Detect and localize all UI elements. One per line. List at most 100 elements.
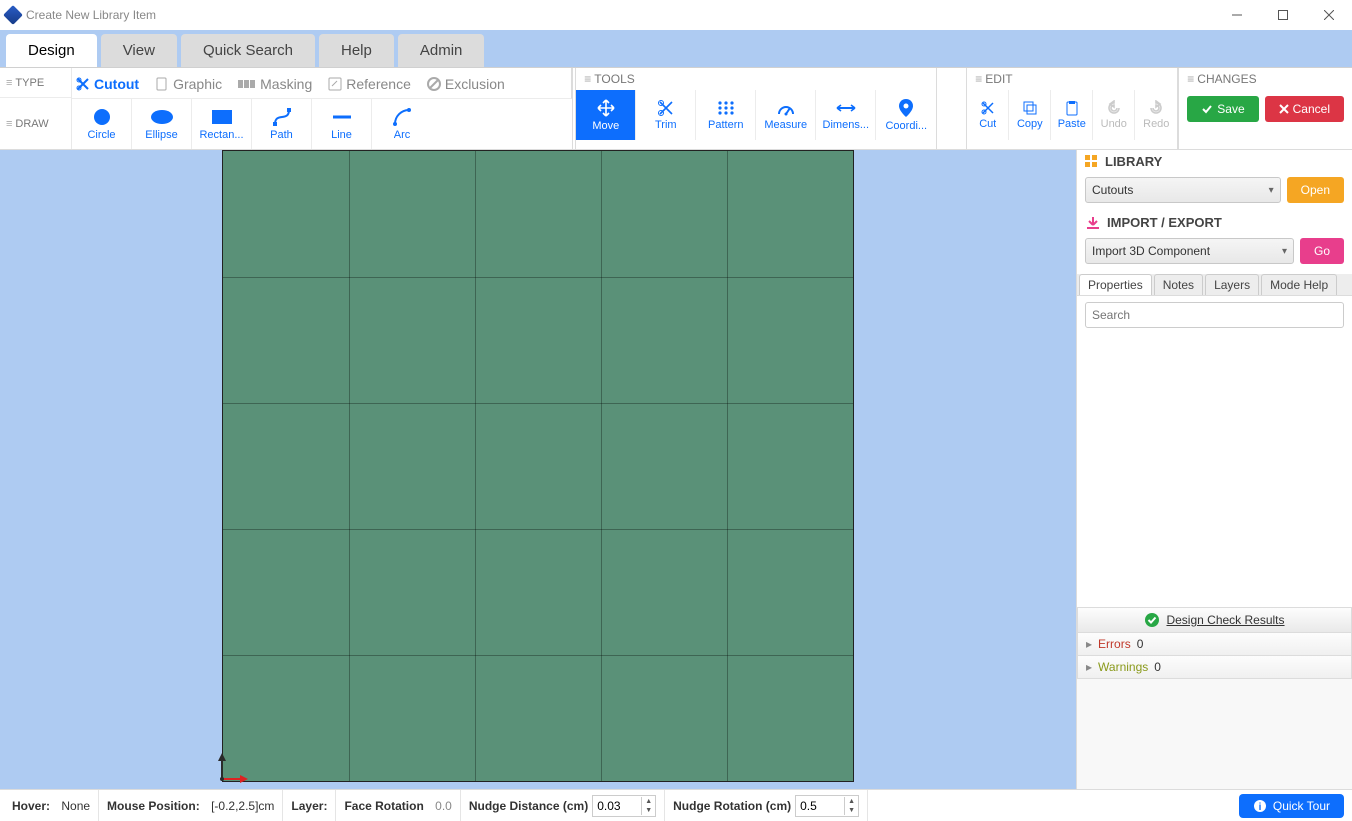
import-export-header: IMPORT / EXPORT <box>1107 215 1222 230</box>
spin-down-icon[interactable]: ▼ <box>642 806 655 815</box>
download-icon <box>1085 216 1101 230</box>
gauge-icon <box>776 99 796 117</box>
subtab-layers[interactable]: Layers <box>1205 274 1259 295</box>
caret-right-icon: ▸ <box>1086 637 1092 651</box>
tools-header: TOOLS <box>594 72 634 86</box>
info-icon: i <box>1253 799 1267 813</box>
spin-up-icon[interactable]: ▲ <box>642 797 655 806</box>
design-surface[interactable] <box>222 150 854 782</box>
warnings-count: 0 <box>1154 660 1161 674</box>
type-graphic[interactable]: Graphic <box>155 74 222 92</box>
app-logo-icon <box>3 5 23 25</box>
type-cutout[interactable]: Cutout <box>76 74 139 92</box>
tool-ellipse[interactable]: Ellipse <box>132 99 192 149</box>
scissors-icon <box>657 99 675 117</box>
nudge-dist-field[interactable] <box>593 796 641 816</box>
library-select[interactable]: Cutouts▾ <box>1085 177 1281 203</box>
face-rot-value: 0.0 <box>435 799 452 813</box>
tab-help[interactable]: Help <box>319 34 394 67</box>
type-reference[interactable]: Reference <box>328 74 411 92</box>
nudge-rot-input[interactable]: ▲▼ <box>795 795 859 817</box>
ribbon: ≡ TYPE ≡ DRAW Cutout Graphic Masking <box>0 68 1352 150</box>
maximize-button[interactable] <box>1260 0 1306 30</box>
edit-paste[interactable]: Paste <box>1051 90 1093 140</box>
nudge-dist-label: Nudge Distance (cm) <box>469 799 588 813</box>
scissors-icon <box>980 100 996 116</box>
window-title: Create New Library Item <box>26 8 156 22</box>
pin-icon <box>897 98 915 118</box>
redo-icon <box>1148 100 1164 116</box>
menu-icon: ≡ <box>584 72 590 86</box>
spin-down-icon[interactable]: ▼ <box>845 806 858 815</box>
subtab-mode-help[interactable]: Mode Help <box>1261 274 1337 295</box>
edit-icon <box>328 77 342 91</box>
search-input[interactable] <box>1085 302 1344 328</box>
statusbar: Hover: None Mouse Position: [-0.2,2.5]cm… <box>0 789 1352 821</box>
menu-icon: ≡ <box>975 72 981 86</box>
edit-copy[interactable]: Copy <box>1009 90 1051 140</box>
type-graphic-label: Graphic <box>173 76 222 92</box>
nudge-rot-label: Nudge Rotation (cm) <box>673 799 791 813</box>
tab-view[interactable]: View <box>101 34 177 67</box>
changes-header: CHANGES <box>1197 72 1256 86</box>
tool-arc[interactable]: Arc <box>372 99 432 149</box>
tool-trim[interactable]: Trim <box>636 90 696 140</box>
design-check: Design Check Results ▸ Errors 0 ▸ Warnin… <box>1077 607 1352 679</box>
tab-design[interactable]: Design <box>6 34 97 67</box>
import-export-go-button[interactable]: Go <box>1300 238 1344 264</box>
close-button[interactable] <box>1306 0 1352 30</box>
masking-icon <box>238 78 256 90</box>
check-icon <box>1201 103 1213 115</box>
subtab-properties[interactable]: Properties <box>1079 274 1152 295</box>
layer-label: Layer: <box>291 799 327 813</box>
type-section-label: TYPE <box>15 77 44 89</box>
tool-move[interactable]: Move <box>576 90 636 140</box>
spin-up-icon[interactable]: ▲ <box>845 797 858 806</box>
hover-value: None <box>61 799 90 813</box>
undo-icon <box>1106 100 1122 116</box>
ban-icon <box>427 77 441 91</box>
errors-row[interactable]: ▸ Errors 0 <box>1077 633 1352 656</box>
edit-undo[interactable]: Undo <box>1093 90 1135 140</box>
tool-circle[interactable]: Circle <box>72 99 132 149</box>
menu-icon: ≡ <box>6 77 11 89</box>
titlebar: Create New Library Item <box>0 0 1352 30</box>
menu-icon: ≡ <box>6 118 11 130</box>
mouse-value: [-0.2,2.5]cm <box>211 799 274 813</box>
type-reference-label: Reference <box>346 76 411 92</box>
move-icon <box>596 98 616 118</box>
tool-line[interactable]: Line <box>312 99 372 149</box>
tool-measure[interactable]: Measure <box>756 90 816 140</box>
type-exclusion-label: Exclusion <box>445 76 505 92</box>
edit-redo[interactable]: Redo <box>1135 90 1177 140</box>
main-tabs: Design View Quick Search Help Admin <box>0 30 1352 68</box>
warnings-row[interactable]: ▸ Warnings 0 <box>1077 656 1352 679</box>
design-check-header[interactable]: Design Check Results <box>1077 607 1352 633</box>
canvas[interactable] <box>0 150 1076 789</box>
quick-tour-button[interactable]: i Quick Tour <box>1239 794 1344 818</box>
axis-origin-icon <box>212 749 252 789</box>
minimize-button[interactable] <box>1214 0 1260 30</box>
x-icon <box>1279 104 1289 114</box>
library-open-button[interactable]: Open <box>1287 177 1344 203</box>
nudge-dist-input[interactable]: ▲▼ <box>592 795 656 817</box>
import-export-select[interactable]: Import 3D Component▾ <box>1085 238 1294 264</box>
tool-dimension[interactable]: Dimens... <box>816 90 876 140</box>
side-tabs: Properties Notes Layers Mode Help <box>1077 274 1352 296</box>
grid-icon <box>716 99 736 117</box>
tool-coordinate[interactable]: Coordi... <box>876 90 936 140</box>
tool-rectangle[interactable]: Rectan... <box>192 99 252 149</box>
face-rot-label: Face Rotation <box>344 799 423 813</box>
type-exclusion[interactable]: Exclusion <box>427 74 505 92</box>
nudge-rot-field[interactable] <box>796 796 844 816</box>
edit-cut[interactable]: Cut <box>967 90 1009 140</box>
save-button[interactable]: Save <box>1187 96 1258 122</box>
subtab-notes[interactable]: Notes <box>1154 274 1203 295</box>
cancel-button[interactable]: Cancel <box>1265 96 1344 122</box>
tool-path[interactable]: Path <box>252 99 312 149</box>
tab-quick-search[interactable]: Quick Search <box>181 34 315 67</box>
clipboard-icon <box>1064 100 1080 116</box>
tab-admin[interactable]: Admin <box>398 34 485 67</box>
tool-pattern[interactable]: Pattern <box>696 90 756 140</box>
type-masking[interactable]: Masking <box>238 74 312 92</box>
